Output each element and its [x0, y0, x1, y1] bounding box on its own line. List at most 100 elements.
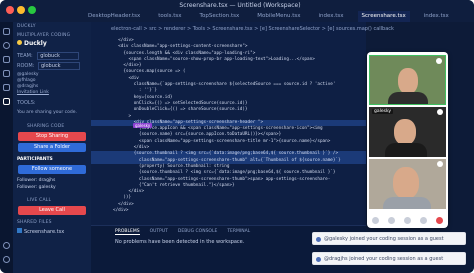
- panel-tabs: PROBLEMS OUTPUT DEBUG CONSOLE TERMINAL: [115, 229, 250, 235]
- code-text: {source.thumbnail ? <img src={`data:imag…: [113, 170, 336, 176]
- code-text: <div className="app-settings-content-scr…: [113, 44, 248, 50]
- settings-icon[interactable]: [420, 216, 428, 224]
- app-window: Screenshare.tsx — Untitled (Workspace) D…: [0, 0, 474, 273]
- sharing-code-header: SHARING CODE: [27, 124, 65, 129]
- invitation-link[interactable]: Invitation Link: [17, 90, 49, 95]
- notification-toast[interactable]: @dragjhs joined your coding session as a…: [312, 252, 466, 265]
- duckly-icon[interactable]: [3, 98, 10, 105]
- tools-label: TOOLS:: [17, 100, 36, 106]
- debug-icon[interactable]: [3, 70, 10, 77]
- duck-logo-icon: [17, 40, 22, 45]
- search-icon[interactable]: [3, 42, 10, 49]
- leave-call-button[interactable]: Leave Call: [18, 206, 86, 215]
- share-folder-button[interactable]: Share a Folder: [18, 143, 86, 152]
- participant-item: Follower: dragjhs: [17, 178, 56, 183]
- tab-terminal[interactable]: TERMINAL: [227, 229, 250, 235]
- notification-toast[interactable]: @galesky joined your coding session as a…: [312, 232, 466, 245]
- info-icon: [316, 257, 321, 262]
- tab-topsection[interactable]: TopSection.tsx: [196, 11, 244, 22]
- participant-video: galesky: [369, 107, 446, 157]
- code-text: className="app-settings-screenshare-thum…: [113, 176, 331, 182]
- team-name: Duckly: [24, 40, 47, 47]
- code-text: >: [113, 113, 132, 119]
- tab-index-2[interactable]: index.tsx: [420, 11, 453, 22]
- hang-up-icon[interactable]: [436, 216, 444, 224]
- tab-index[interactable]: index.tsx: [314, 11, 347, 22]
- file-ts-icon: [17, 228, 22, 233]
- code-text: <span className="source-show-prop-br app…: [113, 56, 315, 62]
- code-text: </div>}: [113, 63, 142, 69]
- settings-gear-icon[interactable]: [3, 256, 10, 263]
- stop-sharing-button[interactable]: Stop Sharing: [18, 132, 86, 141]
- pin-icon[interactable]: [436, 58, 442, 64]
- collaborator-cursor-badge: galesky: [133, 123, 153, 128]
- tab-desktopheader[interactable]: DesktopHeader.tsx: [84, 11, 144, 22]
- tab-output[interactable]: OUTPUT: [150, 229, 168, 235]
- room-select[interactable]: globuck: [37, 62, 80, 70]
- participant-item: Follower: galesky: [17, 185, 56, 190]
- member-item[interactable]: @galesky: [17, 72, 39, 77]
- participant-video: [369, 55, 446, 105]
- participant-body: [385, 143, 427, 157]
- team-label: TEAM:: [17, 53, 33, 59]
- participant-body: [383, 197, 431, 209]
- room-label: ROOM:: [17, 63, 35, 69]
- minimize-window-button[interactable]: [17, 6, 25, 14]
- tab-debug-console[interactable]: DEBUG CONSOLE: [178, 229, 217, 235]
- code-text: </div>: [113, 189, 145, 195]
- close-window-button[interactable]: [6, 6, 14, 14]
- tab-problems[interactable]: PROBLEMS: [115, 229, 140, 235]
- pin-icon[interactable]: [437, 109, 443, 115]
- shared-file-name: Screenshare.tsx: [24, 229, 65, 235]
- problems-message: No problems have been detected in the wo…: [115, 239, 245, 245]
- title-bar: Screenshare.tsx — Untitled (Workspace) D…: [0, 0, 474, 22]
- participant-video: [369, 159, 446, 209]
- account-icon[interactable]: [3, 242, 10, 249]
- code-text: <div: [113, 75, 139, 81]
- team-title: Duckly: [17, 40, 47, 47]
- source-control-icon[interactable]: [3, 56, 10, 63]
- participant-head: [398, 68, 418, 94]
- code-text: </div>: [113, 38, 134, 43]
- code-text: {source.thumbnail ? <img src={`data:imag…: [113, 151, 339, 157]
- maximize-window-button[interactable]: [28, 6, 36, 14]
- team-select[interactable]: globuck: [37, 52, 79, 60]
- tab-tools[interactable]: tools.tsx: [154, 11, 185, 22]
- info-icon: [316, 237, 321, 242]
- notification-text: @galesky joined your coding session as a…: [324, 236, 444, 242]
- tab-mobilemenu[interactable]: MobileMenu.tsx: [253, 11, 304, 22]
- microphone-icon[interactable]: [371, 216, 379, 224]
- code-text: {sources.map(source => (: [113, 69, 186, 75]
- code-text: : ''}`}: [113, 88, 157, 94]
- code-text: <span className="app-settings-screenshar…: [113, 138, 331, 144]
- participant-head: [393, 167, 419, 199]
- code-text: {source.name} src={source.appIcon.toData…: [113, 132, 282, 138]
- code-text: </div>: [113, 145, 150, 151]
- code-text: (property) Source.thumbnail: string: [113, 163, 230, 169]
- code-text: {sources.length && <div className="app-l…: [113, 50, 256, 56]
- tab-screenshare[interactable]: Screenshare.tsx: [357, 11, 410, 22]
- camera-icon[interactable]: [387, 216, 395, 224]
- code-text: onDoubleClick={() => shareSource(source.…: [113, 107, 248, 113]
- pin-icon[interactable]: [437, 161, 443, 167]
- activity-bar: [0, 22, 13, 273]
- follow-someone-button[interactable]: Follow someone: [18, 165, 86, 174]
- explorer-icon[interactable]: [3, 28, 10, 35]
- code-text: {"Can't retrieve thumbnail."}</span>}: [113, 182, 235, 188]
- breadcrumb: electron-call > src > renderer > Tools >…: [111, 26, 394, 32]
- editor-tabs: DesktopHeader.tsx tools.tsx TopSection.t…: [84, 11, 453, 22]
- code-text: onClick={() => setSelectedSource(source.…: [113, 100, 248, 106]
- member-item[interactable]: @fhlago: [17, 78, 36, 83]
- participant-head: [394, 119, 416, 145]
- participants-label: PARTICIPANTS: [17, 157, 53, 162]
- sharing-status: You are sharing your code.: [17, 110, 77, 115]
- code-editor[interactable]: electron-call > src > renderer > Tools >…: [91, 22, 394, 225]
- screen-share-icon[interactable]: [403, 216, 411, 224]
- member-item[interactable]: @dragjhs: [17, 84, 38, 89]
- call-controls: [367, 213, 448, 227]
- shared-file-item[interactable]: Screenshare.tsx: [17, 228, 64, 235]
- extensions-icon[interactable]: [3, 84, 10, 91]
- code-text: key={source.id}: [113, 94, 173, 100]
- video-call-window[interactable]: galesky: [367, 52, 448, 228]
